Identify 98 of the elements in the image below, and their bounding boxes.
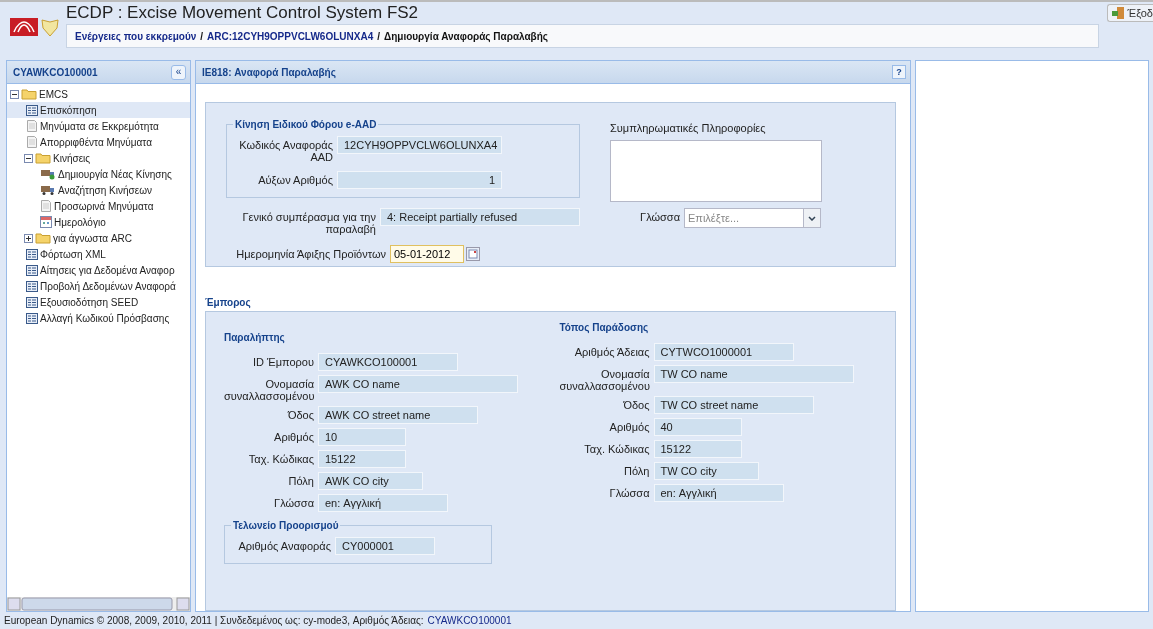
tree-item[interactable]: Ημερολόγιο (7, 214, 190, 230)
readonly-field[interactable]: AWK CO city (318, 472, 423, 490)
tree-item[interactable]: Δημιουργία Νέας Κίνησης (7, 166, 190, 182)
tree-item[interactable]: Προβολή Δεδομένων Αναφορά (7, 278, 190, 294)
list-icon (26, 248, 38, 260)
folder-icon (21, 88, 37, 100)
breadcrumb-separator: / (200, 30, 204, 42)
field-label: Αριθμός Αναφοράς (237, 539, 331, 552)
readonly-field[interactable]: TW CO name (653, 365, 854, 383)
field-label: Αριθμός (608, 420, 650, 433)
dropdown-button[interactable] (803, 209, 820, 227)
language-select[interactable]: Επιλέξτε... (684, 208, 821, 228)
exit-button[interactable]: Έξοδ (1106, 4, 1153, 22)
list-icon (26, 312, 38, 324)
tree-item[interactable]: για άγνωστα ARC (7, 230, 190, 246)
section-subtitle: Παραλήπτης (224, 332, 286, 343)
readonly-field[interactable]: TW CO city (653, 462, 759, 480)
list-icon (26, 264, 38, 276)
field-label: Ημερομηνία Άφιξης Προϊόντων (235, 247, 386, 260)
field-label: Γενικό συμπέρασμα για την παραλαβή (241, 210, 376, 235)
fieldset-legend: Κίνηση Ειδικού Φόρου e-AAD (233, 119, 379, 130)
field-label: Γλώσσα (273, 496, 314, 509)
readonly-field[interactable]: 15122 (318, 450, 406, 468)
window-title: ECDP : Excise Movement Control System FS2 (66, 2, 420, 24)
field-label: Γλώσσα (608, 486, 650, 499)
field-label: Όδος (286, 408, 314, 421)
field-label: Συμπληρωματικές Πληροφορίες (610, 121, 767, 134)
readonly-field[interactable]: 4: Receipt partially refused (380, 208, 580, 226)
expand-icon[interactable] (24, 233, 33, 243)
readonly-field[interactable]: CYTWCO1000001 (653, 343, 794, 361)
sidebar-title: CYAWKCO100001 (13, 66, 98, 78)
tree-item[interactable]: Αναζήτηση Κινήσεων (7, 182, 190, 198)
readonly-field[interactable]: 12CYH9OPPVCLW6OLUNXA4 (337, 136, 502, 154)
collapse-icon[interactable] (10, 89, 19, 99)
list-icon (26, 280, 38, 292)
text-area[interactable] (610, 140, 822, 202)
list-icon (26, 104, 38, 116)
calendar-icon (40, 216, 52, 228)
tree-item[interactable]: Κινήσεις (7, 150, 190, 166)
tree-item[interactable]: Απορριφθέντα Μηνύματα (7, 134, 190, 150)
field-label: Ονομασία συναλλασσομένου (224, 377, 314, 402)
field-label: Αριθμός Άδειας (573, 345, 650, 358)
readonly-field[interactable]: CY000001 (335, 537, 435, 555)
tree-item[interactable]: Επισκόπηση (7, 102, 190, 118)
field-label: Γλώσσα (640, 210, 680, 223)
field-label: ID Έμπορου (252, 355, 314, 368)
field-label: Πόλη (287, 474, 314, 487)
readonly-field[interactable]: 1 (337, 171, 502, 189)
breadcrumb-item[interactable]: ARC:12CYH9OPPVCLW6OLUNXA4 (207, 30, 374, 42)
readonly-field[interactable]: CYAWKCO100001 (318, 353, 458, 371)
calendar-icon[interactable] (466, 247, 480, 261)
truck-icon (40, 184, 56, 196)
document-icon (40, 200, 52, 212)
footer-link[interactable]: CYAWKCO100001 (427, 615, 512, 626)
horizontal-scrollbar[interactable] (7, 597, 190, 611)
readonly-field[interactable]: 40 (653, 418, 742, 436)
fieldset-legend: Τελωνείο Προορισμού (231, 520, 341, 531)
document-icon (26, 136, 38, 148)
tree-item[interactable]: EMCS (7, 86, 190, 102)
readonly-field[interactable]: AWK CO street name (318, 406, 478, 424)
collapse-button[interactable]: « (171, 64, 186, 80)
field-label: Πόλη (623, 464, 650, 477)
section-title: Έμπορος (205, 297, 252, 308)
tree-item[interactable]: Μηνύματα σε Εκκρεμότητα (7, 118, 190, 134)
readonly-field[interactable]: 15122 (653, 440, 742, 458)
field-label: Όδος (622, 398, 650, 411)
help-button[interactable]: ? (892, 65, 906, 79)
field-label: Κωδικός Αναφοράς AAD (238, 138, 333, 163)
field-label: Ταχ. Κώδικας (247, 452, 314, 465)
folder-icon (35, 232, 51, 244)
field-label: Αριθμός (273, 430, 314, 443)
field-label: Ταχ. Κώδικας (583, 442, 650, 455)
panel-title: IE818: Αναφορά Παραλαβής (202, 66, 336, 78)
date-field[interactable]: 05-01-2012 (390, 245, 464, 263)
folder-icon (35, 152, 51, 164)
breadcrumb-item[interactable]: Δημιουργία Αναφοράς Παραλαβής (384, 30, 549, 42)
readonly-field[interactable]: en: Αγγλική (653, 484, 784, 502)
chevron-down-icon (808, 215, 816, 221)
tree-item[interactable]: Φόρτωση XML (7, 246, 190, 262)
breadcrumb-separator: / (377, 30, 380, 42)
footer-text: European Dynamics © 2008, 2009, 2010, 2011 | Συνδεδεμένος ως: cy-mode3, Αριθμός Άδειας: (4, 615, 424, 626)
tree-item[interactable]: Εξουσιοδότηση SEED (7, 294, 190, 310)
readonly-field[interactable]: 10 (318, 428, 406, 446)
field-label: Αύξων Αριθμός (257, 173, 333, 186)
tree-item[interactable]: Προσωρινά Μηνύματα (7, 198, 190, 214)
section-subtitle: Τόπος Παράδοσης (559, 322, 650, 333)
door-icon (1110, 6, 1125, 20)
collapse-icon[interactable] (24, 153, 33, 163)
readonly-field[interactable]: TW CO street name (653, 396, 814, 414)
readonly-field[interactable]: AWK CO name (318, 375, 518, 393)
readonly-field[interactable]: en: Αγγλική (318, 494, 448, 512)
list-icon (26, 296, 38, 308)
document-icon (26, 120, 38, 132)
tree-item[interactable]: Αίτησεις για Δεδομένα Αναφορ (7, 262, 190, 278)
breadcrumb-item[interactable]: Ενέργειες που εκκρεμούν (75, 30, 197, 42)
tree-item[interactable]: Αλλαγή Κωδικού Πρόσβασης (7, 310, 190, 326)
truck-plus-icon (40, 168, 56, 180)
field-label: Ονομασία συναλλασσομένου (559, 367, 650, 392)
